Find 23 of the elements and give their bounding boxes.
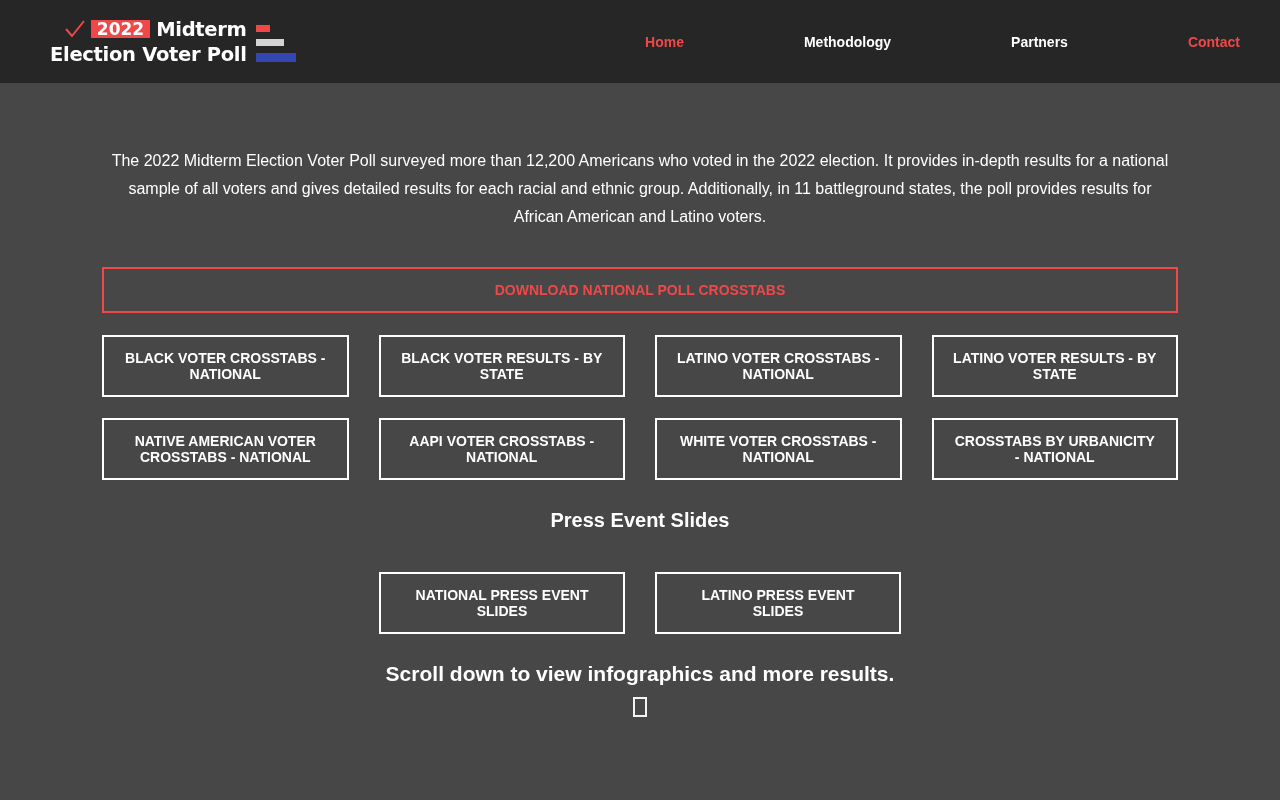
crosstabs-link-button[interactable]: NATIVE AMERICAN VOTER CROSSTABS - NATIONAL bbox=[102, 418, 349, 480]
section-heading: Press Event Slides bbox=[549, 508, 731, 532]
check-icon bbox=[64, 20, 85, 38]
crosstabs-link-button[interactable]: CROSSTABS BY URBANICITY - NATIONAL bbox=[931, 418, 1178, 480]
crosstabs-link-button[interactable]: BLACK VOTER CROSSTABS - NATIONAL bbox=[102, 335, 349, 397]
crosstabs-link-button[interactable]: WHITE VOTER CROSSTABS - NATIONAL bbox=[655, 418, 902, 480]
intro-paragraph: The 2022 Midterm Election Voter Poll surveyed more than 12,200 Americans who voted in the 2022 election. It provides in-depth results for a national sample of all voters and gives detailed results for each racial and ethnic group. Additionally, in 11 battleground states, the poll provides results for African American and Latino voters. bbox=[110, 151, 1170, 227]
nav-link[interactable]: Home bbox=[645, 33, 684, 50]
year-badge: 2022 bbox=[90, 20, 151, 38]
nav-link[interactable]: Methodology bbox=[803, 33, 892, 50]
crosstabs-link-button[interactable]: AAPI VOTER CROSSTABS - NATIONAL bbox=[378, 418, 625, 480]
stripes-icon bbox=[255, 25, 296, 62]
crosstabs-link-button[interactable]: LATINO VOTER RESULTS - BY STATE bbox=[931, 335, 1178, 397]
rectangle-outline-icon bbox=[633, 697, 647, 717]
nav-link[interactable]: Partners bbox=[1011, 33, 1068, 50]
nav-link[interactable]: Contact bbox=[1187, 33, 1240, 50]
slides-link-button[interactable]: LATINO PRESS EVENT SLIDES bbox=[655, 572, 901, 634]
scroll-hint-text: Scroll down to view infographics and more results. bbox=[384, 661, 896, 687]
crosstabs-link-button[interactable]: BLACK VOTER RESULTS - BY STATE bbox=[378, 335, 625, 397]
slides-link-button[interactable]: NATIONAL PRESS EVENT SLIDES bbox=[379, 572, 625, 634]
logo-title: Election Voter Poll bbox=[50, 42, 247, 66]
logo-title: Midterm bbox=[156, 17, 247, 41]
crosstabs-link-button[interactable]: LATINO VOTER CROSSTABS - NATIONAL bbox=[655, 335, 902, 397]
